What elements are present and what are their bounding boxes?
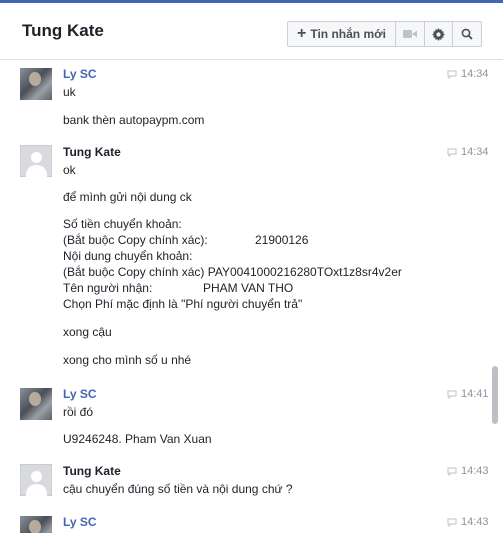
message-text: Chọn Phí mặc định là "Phí người chuyển t…	[63, 297, 303, 311]
message-text: 21900126	[255, 233, 309, 247]
video-camera-icon	[402, 30, 417, 38]
avatar[interactable]	[20, 68, 52, 100]
sender-name[interactable]: Ly SC	[63, 515, 97, 529]
message-text: Nội dung chuyển khoản:	[63, 249, 193, 263]
search-icon	[461, 28, 473, 40]
plus-icon: +	[297, 25, 307, 42]
gear-icon	[432, 27, 445, 41]
message-text: rồi đó	[63, 405, 94, 419]
message-timestamp: 14:34	[447, 68, 489, 80]
avatar[interactable]	[20, 516, 52, 533]
message-text: xong cậu	[63, 325, 112, 339]
message-timestamp: 14:41	[447, 388, 489, 400]
message-timestamp: 14:43	[447, 516, 489, 528]
timestamp-text: 14:34	[461, 146, 489, 158]
avatar[interactable]	[20, 388, 52, 420]
message-text: bank thèn autopaypm.com	[63, 113, 205, 127]
conversation-title[interactable]: Tung Kate	[22, 21, 104, 41]
chat-bubble-icon	[447, 390, 457, 399]
timestamp-text: 14:34	[461, 68, 489, 80]
avatar[interactable]	[20, 145, 52, 177]
avatar[interactable]	[20, 464, 52, 496]
message-text: (Bắt buộc Copy chính xác) PAY00410002162…	[63, 265, 402, 279]
timestamp-text: 14:43	[461, 465, 489, 477]
header-toolbar: + Tin nhắn mới	[287, 21, 482, 47]
chat-bubble-icon	[447, 148, 457, 157]
timestamp-text: 14:41	[461, 388, 489, 400]
message-timestamp: 14:43	[447, 465, 489, 477]
sender-name[interactable]: Tung Kate	[63, 145, 121, 159]
timestamp-text: 14:43	[461, 516, 489, 528]
chat-bubble-icon	[447, 70, 457, 79]
message-text: để mình gửi nội dung ck	[63, 190, 192, 204]
sender-name[interactable]: Ly SC	[63, 387, 97, 401]
message-text: xong cho mình số u nhé	[63, 353, 192, 367]
new-message-label: Tin nhắn mới	[310, 27, 386, 41]
message-timestamp: 14:34	[447, 146, 489, 158]
message-text: Tên người nhận:	[63, 281, 153, 295]
search-button[interactable]	[453, 22, 481, 46]
message-text: ok	[63, 163, 76, 177]
message-text: PHAM VAN THO	[203, 281, 294, 295]
chat-bubble-icon	[447, 518, 457, 527]
message-text: (Bắt buộc Copy chính xác):	[63, 233, 208, 247]
chat-bubble-icon	[447, 467, 457, 476]
message-text: Số tiền chuyển khoản:	[63, 217, 182, 231]
video-call-button[interactable]	[396, 22, 425, 46]
message-text: cậu chuyển đúng số tiền và nội dung chứ …	[63, 482, 293, 496]
new-message-button[interactable]: + Tin nhắn mới	[288, 22, 396, 46]
sender-name[interactable]: Ly SC	[63, 67, 97, 81]
settings-button[interactable]	[425, 22, 454, 46]
message-thread[interactable]: Ly SC 14:34 uk bank thèn autopaypm.com T…	[0, 61, 503, 533]
message-text: uk	[63, 85, 76, 99]
scrollbar-thumb[interactable]	[492, 366, 498, 424]
conversation-header: Tung Kate + Tin nhắn mới	[0, 3, 503, 60]
message-text: U9246248. Pham Van Xuan	[63, 432, 212, 446]
sender-name[interactable]: Tung Kate	[63, 464, 121, 478]
